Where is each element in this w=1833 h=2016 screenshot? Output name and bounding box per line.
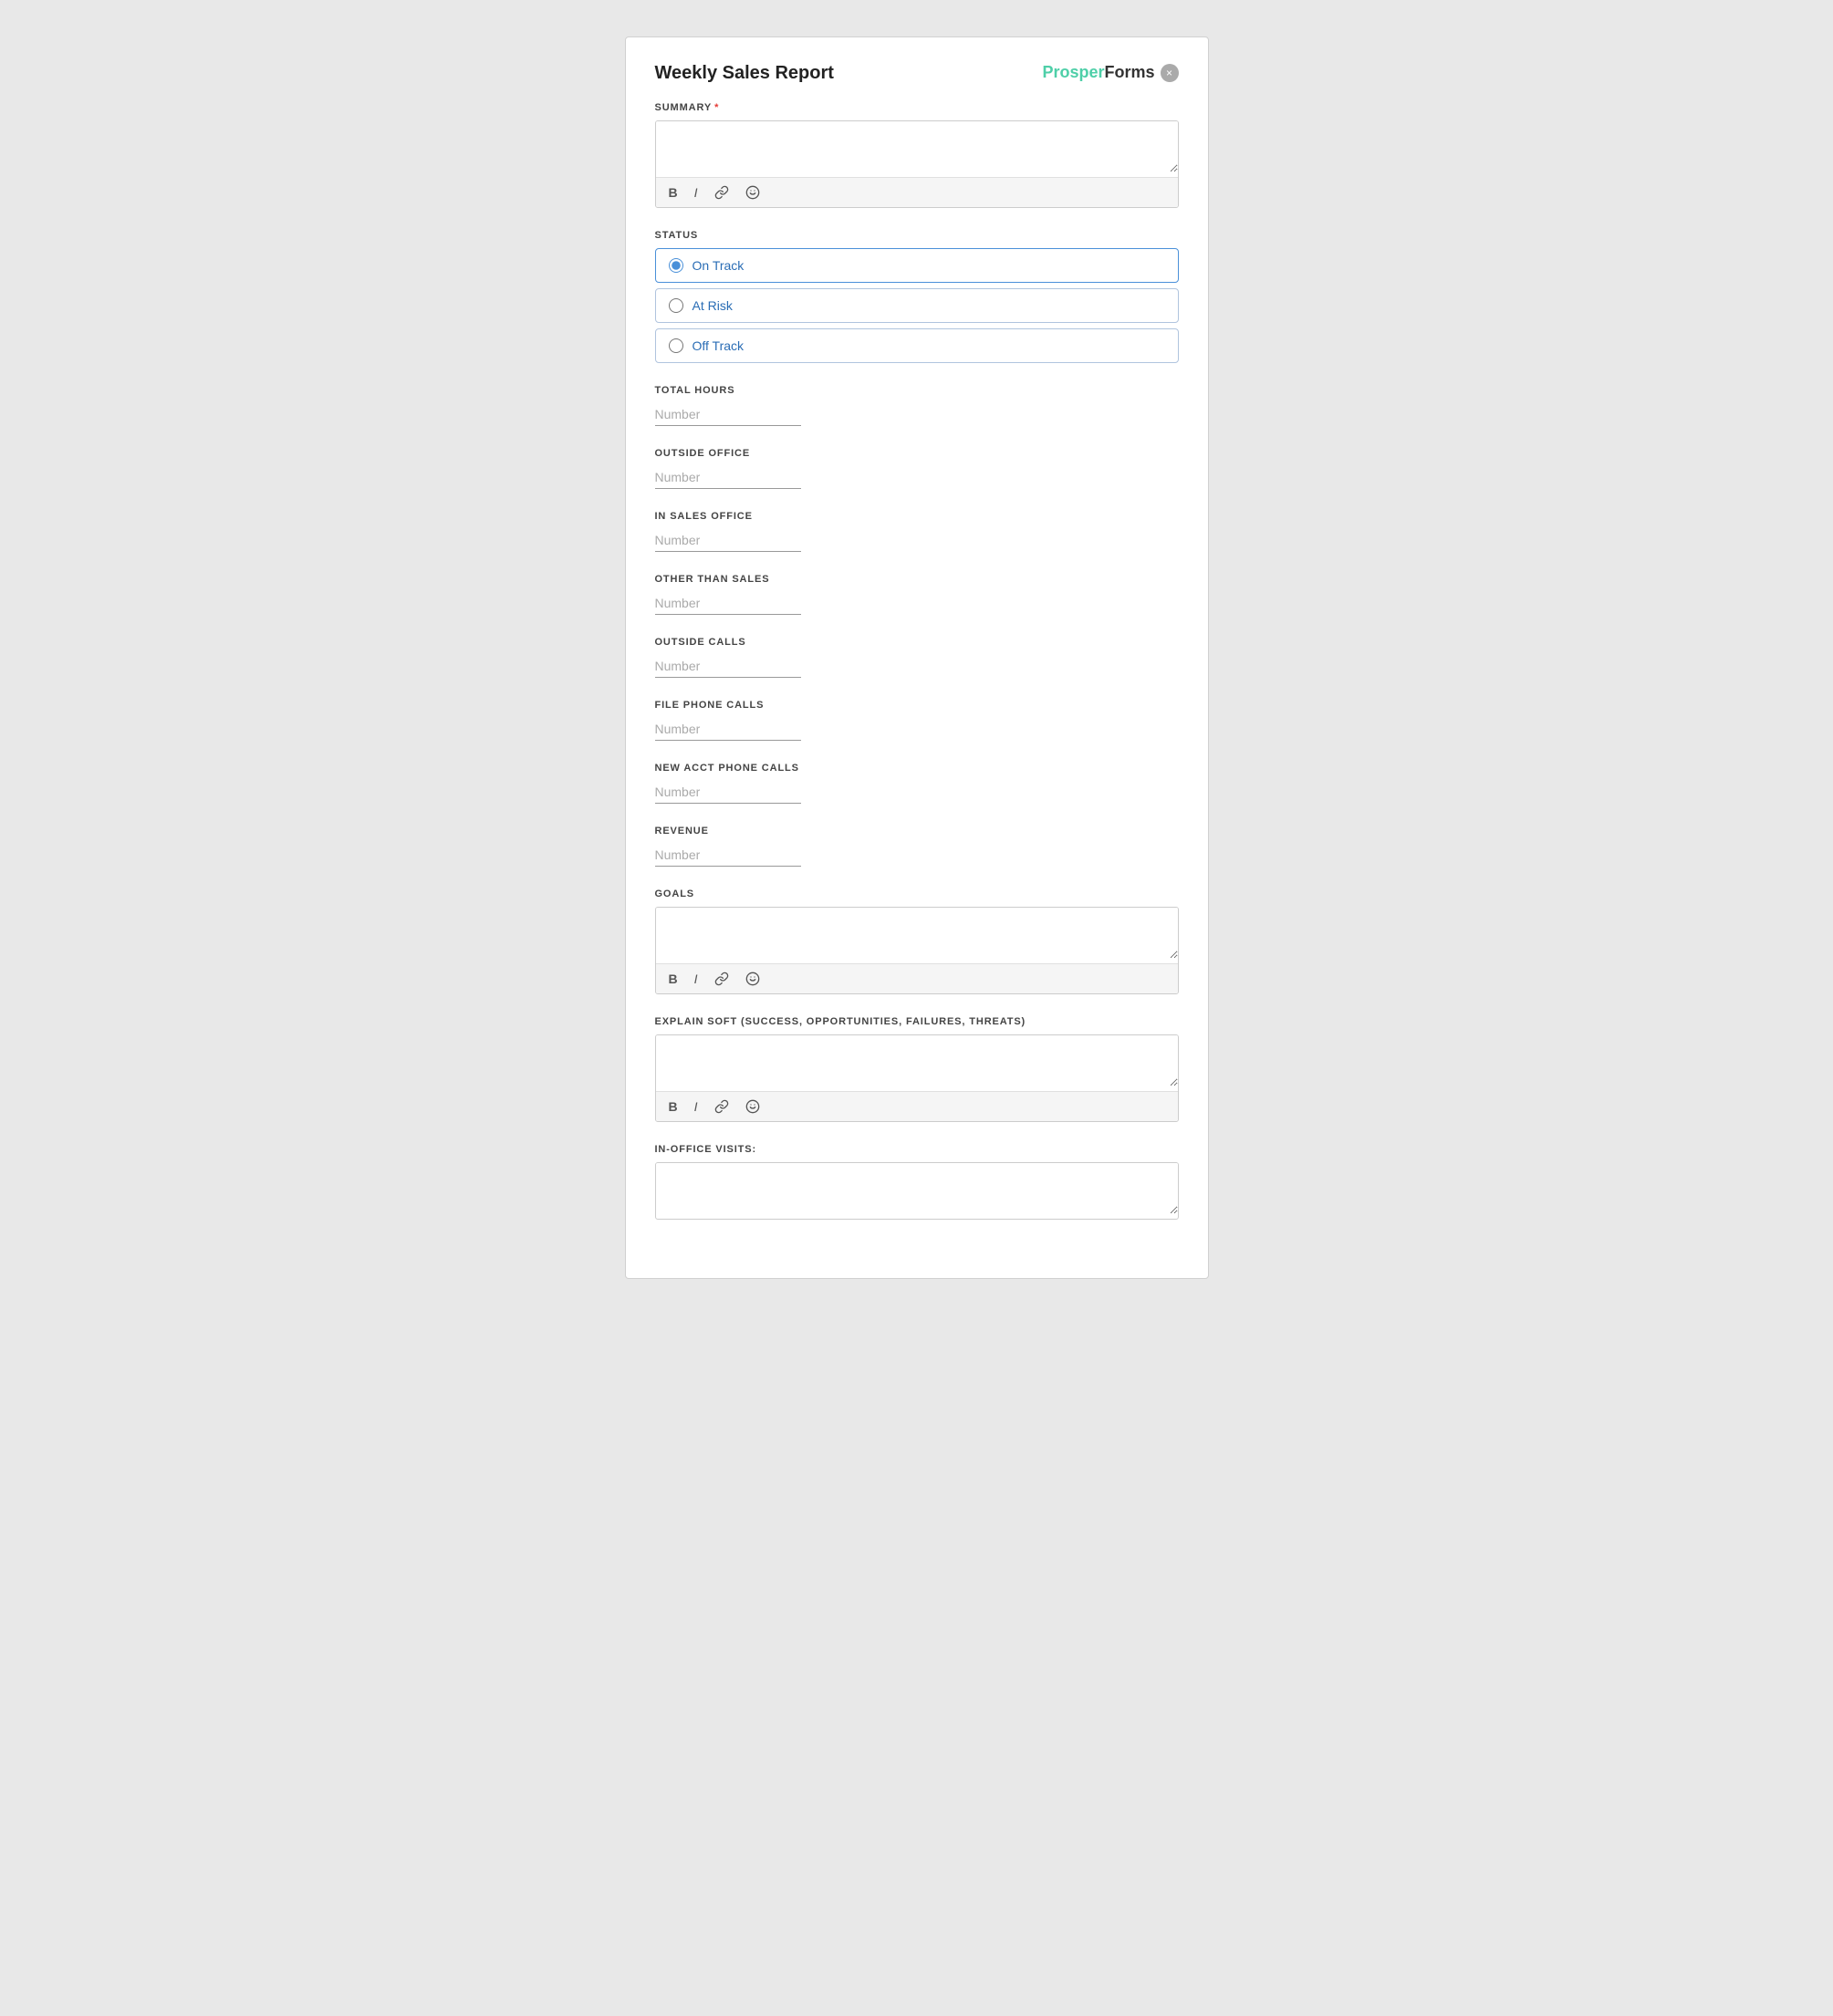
outside-office-label: OUTSIDE OFFICE [655, 448, 1179, 459]
brand-logo: ProsperForms [1042, 63, 1154, 82]
status-off-track-label: Off Track [693, 338, 745, 353]
summary-emoji-button[interactable] [742, 183, 764, 202]
status-at-risk-label: At Risk [693, 298, 733, 313]
explain-soft-italic-button[interactable]: I [691, 1097, 702, 1116]
outside-calls-input[interactable] [655, 655, 801, 678]
total-hours-input[interactable] [655, 403, 801, 426]
form-header: Weekly Sales Report ProsperForms × [655, 63, 1179, 84]
goals-label: GOALS [655, 888, 1179, 899]
summary-bold-button[interactable]: B [665, 183, 682, 202]
new-acct-phone-calls-section: NEW ACCT PHONE CALLS [655, 763, 1179, 804]
in-sales-office-label: IN SALES OFFICE [655, 511, 1179, 522]
revenue-section: REVENUE [655, 826, 1179, 867]
revenue-input[interactable] [655, 844, 801, 867]
total-hours-label: TOTAL HOURS [655, 385, 1179, 396]
status-on-track-radio[interactable] [669, 258, 683, 273]
new-acct-phone-calls-label: NEW ACCT PHONE CALLS [655, 763, 1179, 774]
explain-soft-label: EXPLAIN SOFT (SUCCESS, OPPORTUNITIES, FA… [655, 1016, 1179, 1027]
new-acct-phone-calls-input[interactable] [655, 781, 801, 804]
explain-soft-link-button[interactable] [711, 1097, 733, 1116]
brand-forms: Forms [1104, 63, 1154, 82]
required-indicator: * [714, 102, 719, 113]
close-button[interactable]: × [1161, 64, 1179, 82]
status-label: STATUS [655, 230, 1179, 241]
outside-calls-label: OUTSIDE CALLS [655, 637, 1179, 648]
goals-toolbar: B I [656, 963, 1178, 993]
in-sales-office-section: IN SALES OFFICE [655, 511, 1179, 552]
goals-rich-text: B I [655, 907, 1179, 994]
goals-input[interactable] [656, 908, 1178, 959]
explain-soft-bold-button[interactable]: B [665, 1097, 682, 1116]
in-sales-office-field [655, 529, 1179, 552]
outside-calls-field [655, 655, 1179, 678]
status-on-track-label: On Track [693, 258, 745, 273]
header-right: ProsperForms × [1042, 63, 1178, 82]
in-office-visits-section: IN-OFFICE VISITS: [655, 1144, 1179, 1220]
total-hours-section: TOTAL HOURS [655, 385, 1179, 426]
status-at-risk-option[interactable]: At Risk [655, 288, 1179, 323]
explain-soft-section: EXPLAIN SOFT (SUCCESS, OPPORTUNITIES, FA… [655, 1016, 1179, 1122]
summary-link-button[interactable] [711, 183, 733, 202]
other-than-sales-input[interactable] [655, 592, 801, 615]
other-than-sales-section: OTHER THAN SALES [655, 574, 1179, 615]
explain-soft-emoji-button[interactable] [742, 1097, 764, 1116]
brand-prosper: Prosper [1042, 63, 1104, 82]
summary-italic-button[interactable]: I [691, 183, 702, 202]
file-phone-calls-input[interactable] [655, 718, 801, 741]
status-off-track-radio[interactable] [669, 338, 683, 353]
goals-italic-button[interactable]: I [691, 970, 702, 988]
file-phone-calls-label: FILE PHONE CALLS [655, 700, 1179, 711]
summary-toolbar: B I [656, 177, 1178, 207]
new-acct-phone-calls-field [655, 781, 1179, 804]
explain-soft-rich-text: B I [655, 1034, 1179, 1122]
file-phone-calls-field [655, 718, 1179, 741]
form-container: Weekly Sales Report ProsperForms × SUMMA… [625, 36, 1209, 1279]
status-radio-group: On Track At Risk Off Track [655, 248, 1179, 363]
summary-rich-text: B I [655, 120, 1179, 208]
goals-emoji-button[interactable] [742, 970, 764, 988]
outside-office-section: OUTSIDE OFFICE [655, 448, 1179, 489]
other-than-sales-field [655, 592, 1179, 615]
total-hours-field [655, 403, 1179, 426]
outside-office-input[interactable] [655, 466, 801, 489]
revenue-field [655, 844, 1179, 867]
in-office-visits-label: IN-OFFICE VISITS: [655, 1144, 1179, 1155]
goals-bold-button[interactable]: B [665, 970, 682, 988]
goals-section: GOALS B I [655, 888, 1179, 994]
in-office-visits-rich-text [655, 1162, 1179, 1220]
revenue-label: REVENUE [655, 826, 1179, 837]
status-on-track-option[interactable]: On Track [655, 248, 1179, 283]
status-off-track-option[interactable]: Off Track [655, 328, 1179, 363]
explain-soft-input[interactable] [656, 1035, 1178, 1086]
summary-input[interactable] [656, 121, 1178, 172]
in-sales-office-input[interactable] [655, 529, 801, 552]
summary-section: SUMMARY* B I [655, 102, 1179, 208]
explain-soft-toolbar: B I [656, 1091, 1178, 1121]
outside-office-field [655, 466, 1179, 489]
form-title: Weekly Sales Report [655, 63, 834, 84]
file-phone-calls-section: FILE PHONE CALLS [655, 700, 1179, 741]
in-office-visits-input[interactable] [656, 1163, 1178, 1214]
outside-calls-section: OUTSIDE CALLS [655, 637, 1179, 678]
status-at-risk-radio[interactable] [669, 298, 683, 313]
goals-link-button[interactable] [711, 970, 733, 988]
other-than-sales-label: OTHER THAN SALES [655, 574, 1179, 585]
summary-label: SUMMARY* [655, 102, 1179, 113]
status-section: STATUS On Track At Risk Off Track [655, 230, 1179, 363]
